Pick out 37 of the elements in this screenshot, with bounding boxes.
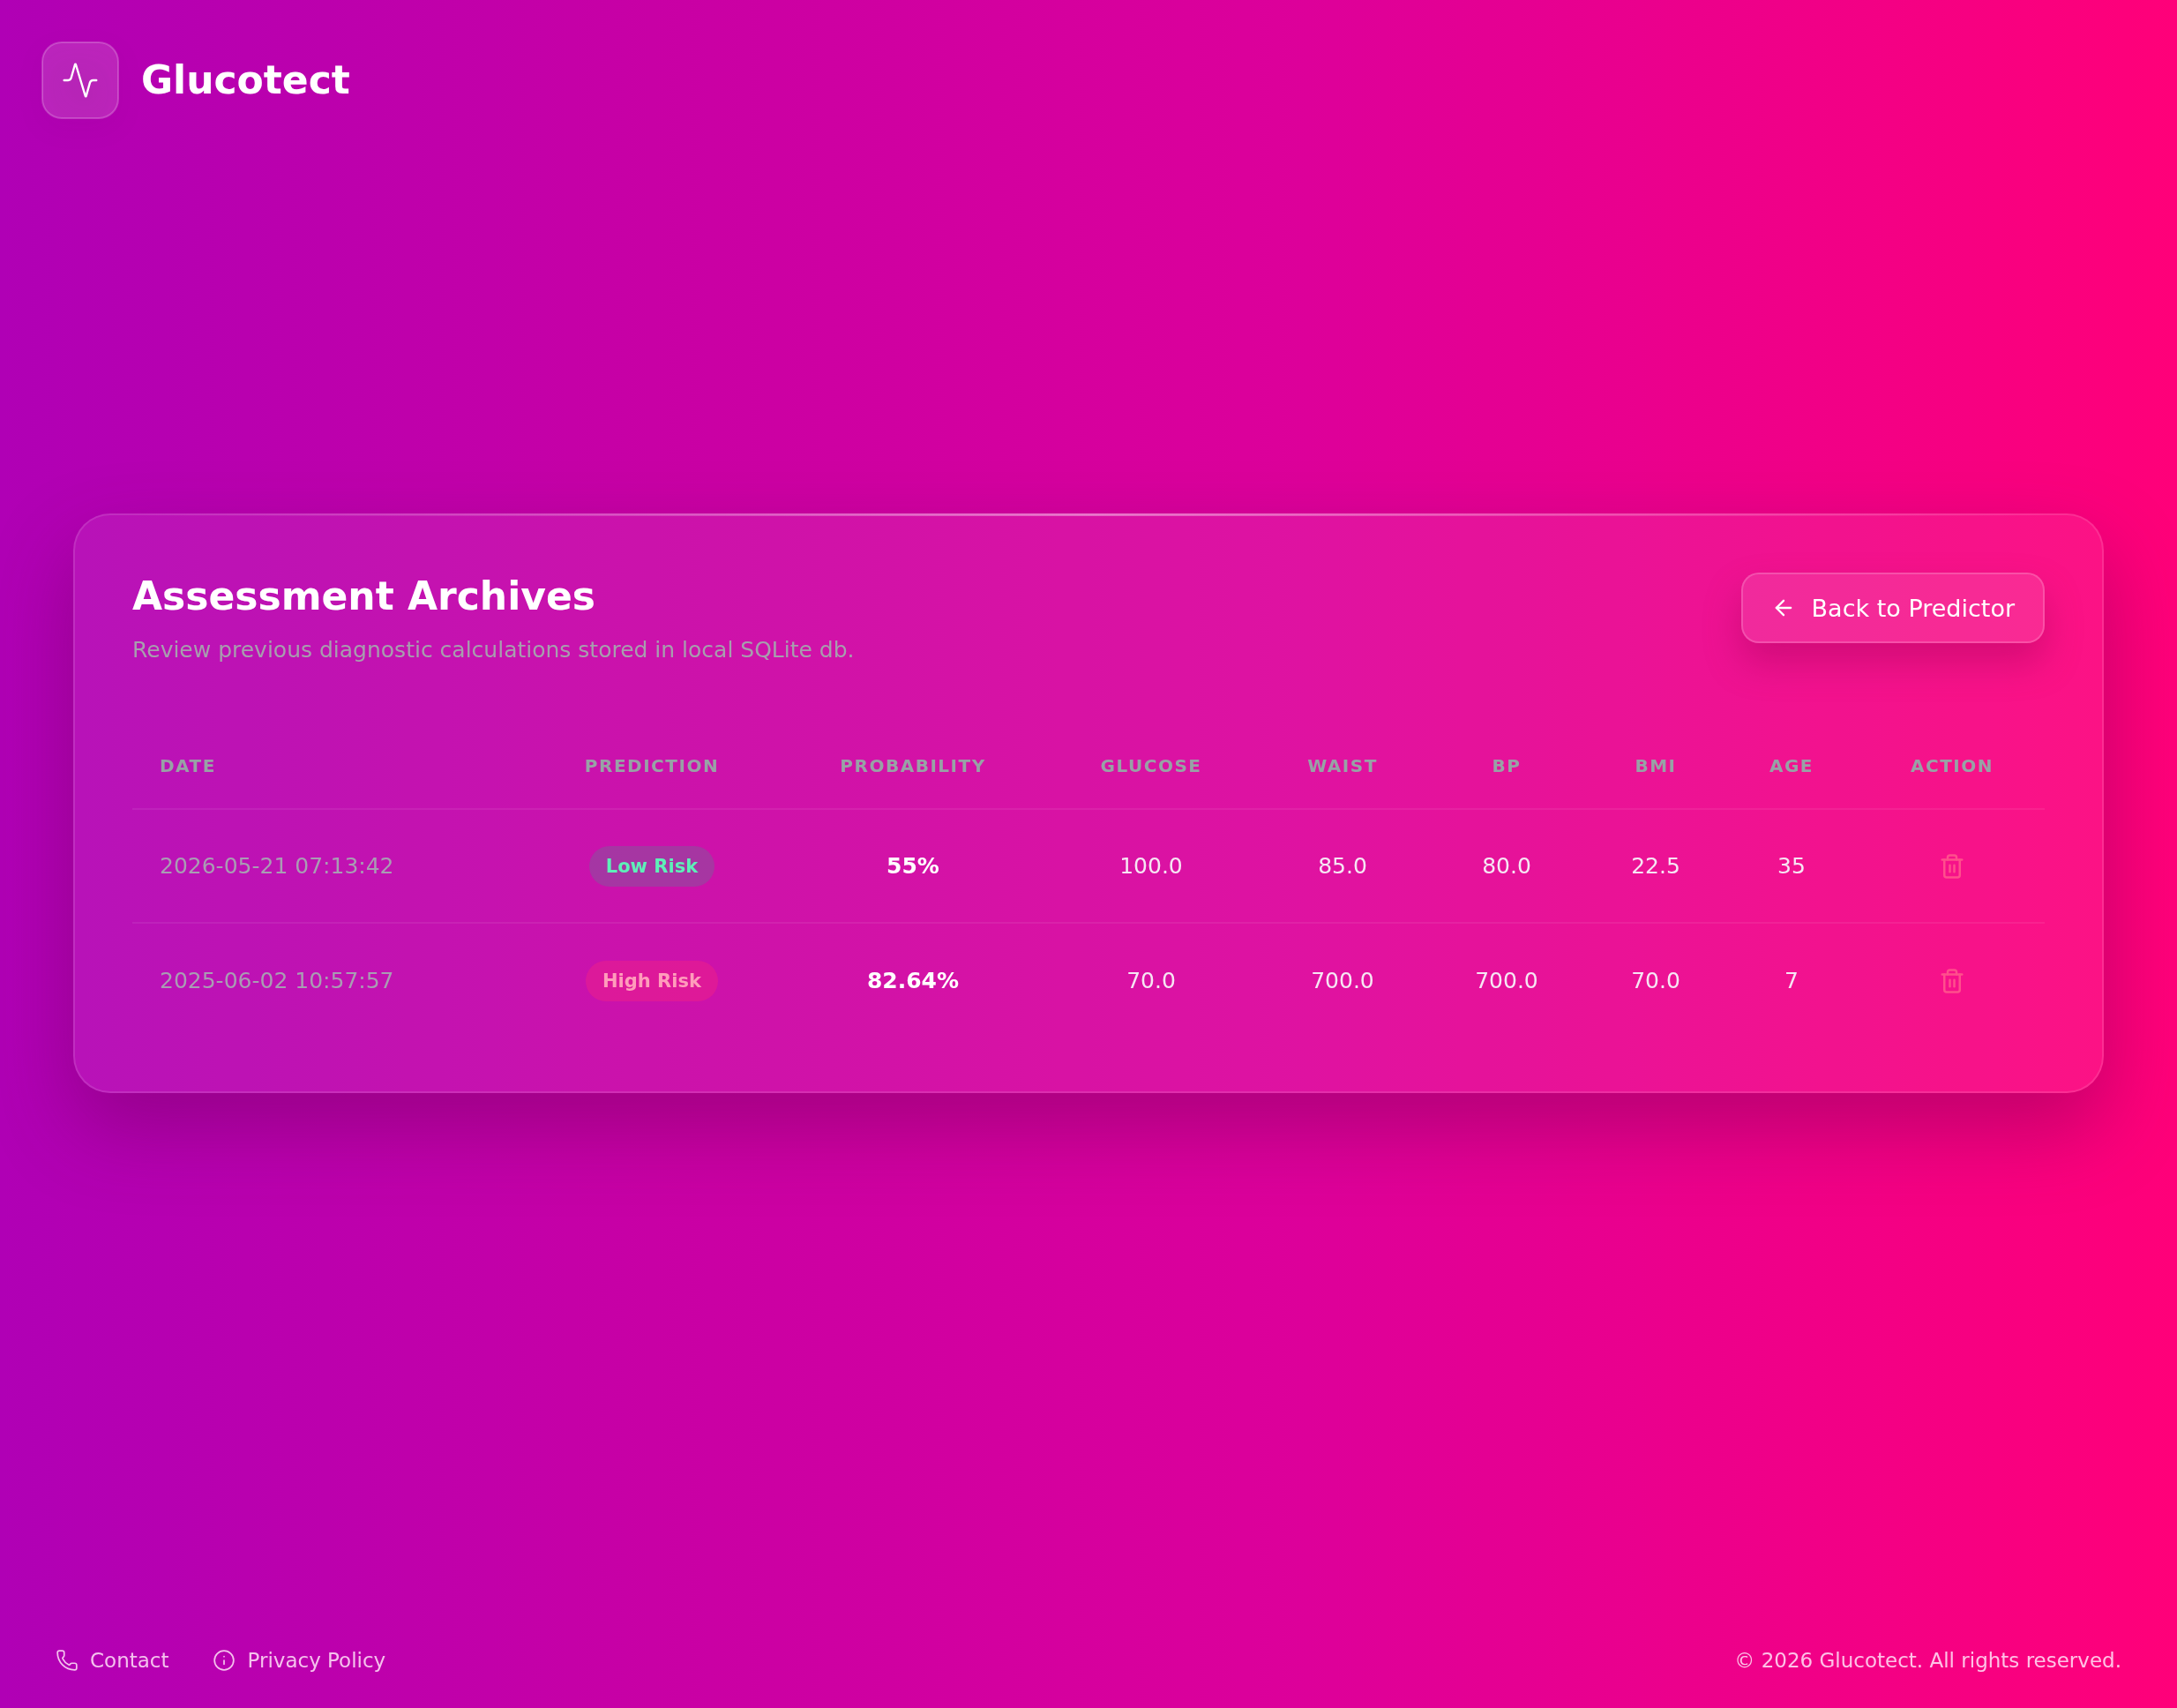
column-header: ACTION (1911, 755, 1994, 776)
page-title: Assessment Archives (132, 573, 596, 619)
table-cell: 700.0 (1311, 968, 1374, 993)
column-header: BMI (1635, 755, 1677, 776)
column-header: GLUCOSE (1100, 755, 1202, 776)
risk-badge: High Risk (586, 960, 718, 1001)
probability-cell: 82.64% (866, 968, 960, 993)
probability-cell: 55% (887, 853, 939, 879)
risk-badge: Low Risk (588, 845, 715, 887)
table-cell: 70.0 (1631, 968, 1680, 993)
page-subtitle: Review previous diagnostic calculations stored in local SQLite db. (132, 636, 855, 664)
table-cell: 80.0 (1482, 853, 1531, 879)
column-header: PREDICTION (584, 755, 720, 776)
pulse-icon (41, 41, 119, 119)
copyright-text: © 2026 Glucotect. All rights reserved. (1734, 1649, 2121, 1672)
table-cell: 22.5 (1631, 853, 1680, 879)
footer-link[interactable]: Privacy Policy (213, 1649, 386, 1672)
date-cell: 2026-05-21 07:13:42 (160, 853, 394, 879)
table-cell: 35 (1777, 853, 1806, 879)
back-button[interactable]: Back to Predictor (1740, 573, 2045, 643)
info-icon (213, 1649, 236, 1672)
phone-icon (56, 1649, 79, 1672)
table-cell: 7 (1784, 968, 1799, 993)
trash-icon[interactable] (1939, 852, 1965, 880)
table-cell: 85.0 (1318, 853, 1367, 879)
column-header: BP (1492, 755, 1522, 776)
brand-name: Glucotect (141, 56, 350, 104)
column-header: PROBABILITY (840, 755, 986, 776)
table-cell: 700.0 (1475, 968, 1538, 993)
date-cell: 2025-06-02 10:57:57 (160, 968, 394, 993)
column-header: DATE (160, 755, 216, 776)
trash-icon[interactable] (1939, 967, 1965, 994)
footer-link[interactable]: Contact (56, 1649, 169, 1672)
table-cell: 70.0 (1126, 968, 1176, 993)
column-header: AGE (1769, 755, 1814, 776)
column-header: WAIST (1307, 755, 1378, 776)
table-cell: 100.0 (1119, 853, 1183, 879)
